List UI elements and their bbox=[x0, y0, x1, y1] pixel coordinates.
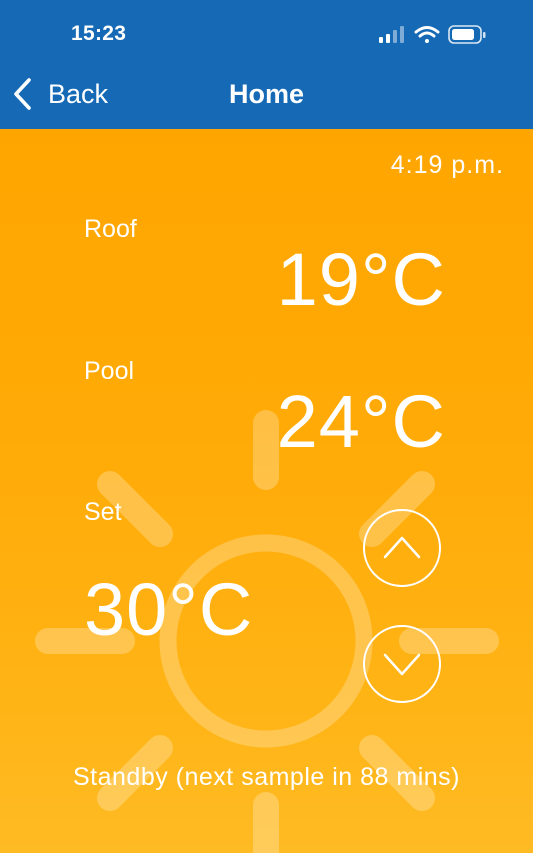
chevron-up-icon bbox=[383, 536, 421, 559]
main-content: 4:19 p.m. Roof 19°C Pool 24°C Set 30°C S… bbox=[0, 129, 533, 853]
increase-temperature-button[interactable] bbox=[363, 509, 441, 587]
wifi-icon bbox=[414, 26, 440, 43]
sun-icon bbox=[35, 410, 499, 853]
roof-label: Roof bbox=[84, 215, 137, 243]
chevron-down-icon bbox=[383, 653, 421, 676]
signal-icon bbox=[379, 26, 404, 43]
status-text: Standby (next sample in 88 mins) bbox=[72, 763, 460, 791]
decrease-temperature-button[interactable] bbox=[363, 625, 441, 703]
status-icons bbox=[376, 24, 491, 48]
status-bar: 15:23 bbox=[0, 0, 533, 60]
set-label: Set bbox=[84, 498, 122, 526]
clock-time: 4:19 p.m. bbox=[390, 151, 504, 179]
battery-icon bbox=[448, 25, 486, 44]
pool-temperature: 24°C bbox=[276, 380, 446, 463]
roof-temperature: 19°C bbox=[276, 238, 446, 321]
status-time: 15:23 bbox=[71, 22, 127, 45]
navigation-bar: Back Home bbox=[0, 60, 533, 129]
set-temperature: 30°C bbox=[84, 568, 254, 651]
page-title: Home bbox=[228, 79, 304, 109]
pool-label: Pool bbox=[84, 357, 135, 385]
